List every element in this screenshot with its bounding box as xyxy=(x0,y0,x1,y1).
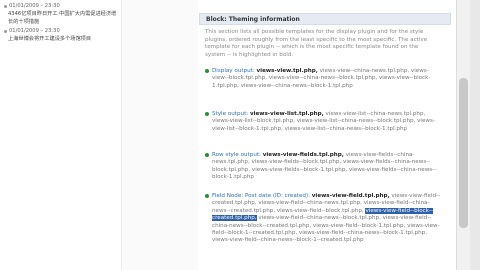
list-item[interactable]: 01/01/2009 – 23:30 上海世博会将开工建设多个场馆项目 xyxy=(4,27,120,43)
bullet-icon xyxy=(205,69,209,73)
display-output-section: Display output: views-view.tpl.php, view… xyxy=(205,68,442,90)
panel-header: Block: Theming information xyxy=(199,13,451,25)
news-title-link[interactable]: 4346亿项目昨日开工 中国扩大内需促进经济增长的十项措施 xyxy=(4,10,120,26)
bullet-icon xyxy=(4,4,7,8)
panel-title: Block: Theming information xyxy=(206,16,300,23)
news-title-link[interactable]: 上海世博会将开工建设多个场馆项目 xyxy=(4,35,120,43)
bullet-icon xyxy=(205,194,209,198)
news-date: 01/01/2009 – 23:30 xyxy=(4,2,120,10)
news-date: 01/01/2009 – 23:30 xyxy=(4,27,120,35)
section-label-link[interactable]: Style output: xyxy=(212,111,248,117)
style-output-section: Style output: views-view-list.tpl.php, v… xyxy=(205,111,442,133)
vertical-scrollbar[interactable] xyxy=(456,0,470,270)
bullet-icon xyxy=(205,112,209,116)
window-edge xyxy=(470,0,480,270)
page-gutter xyxy=(122,0,198,270)
list-item[interactable]: 01/01/2009 – 23:30 4346亿项目昨日开工 中国扩大内需促进经… xyxy=(4,2,120,26)
bullet-icon xyxy=(205,153,209,157)
bullet-icon xyxy=(4,29,7,33)
row-style-output-section: Row style output: views-view-fields.tpl.… xyxy=(205,152,442,182)
scrollbar-thumb[interactable] xyxy=(459,78,468,228)
theming-info-panel: Block: Theming information This section … xyxy=(199,0,451,270)
field-post-date-section: Field Node: Post date (ID: created): vie… xyxy=(205,193,442,245)
intro-text: This section lists all possible template… xyxy=(205,29,428,58)
section-label-link[interactable]: Row style output: xyxy=(212,152,261,158)
section-label-link[interactable]: Field Node: Post date (ID: created): xyxy=(212,193,310,199)
section-label-link[interactable]: Display output: xyxy=(212,68,255,74)
news-sidebar: 01/01/2009 – 23:30 4346亿项目昨日开工 中国扩大内需促进经… xyxy=(0,0,122,270)
